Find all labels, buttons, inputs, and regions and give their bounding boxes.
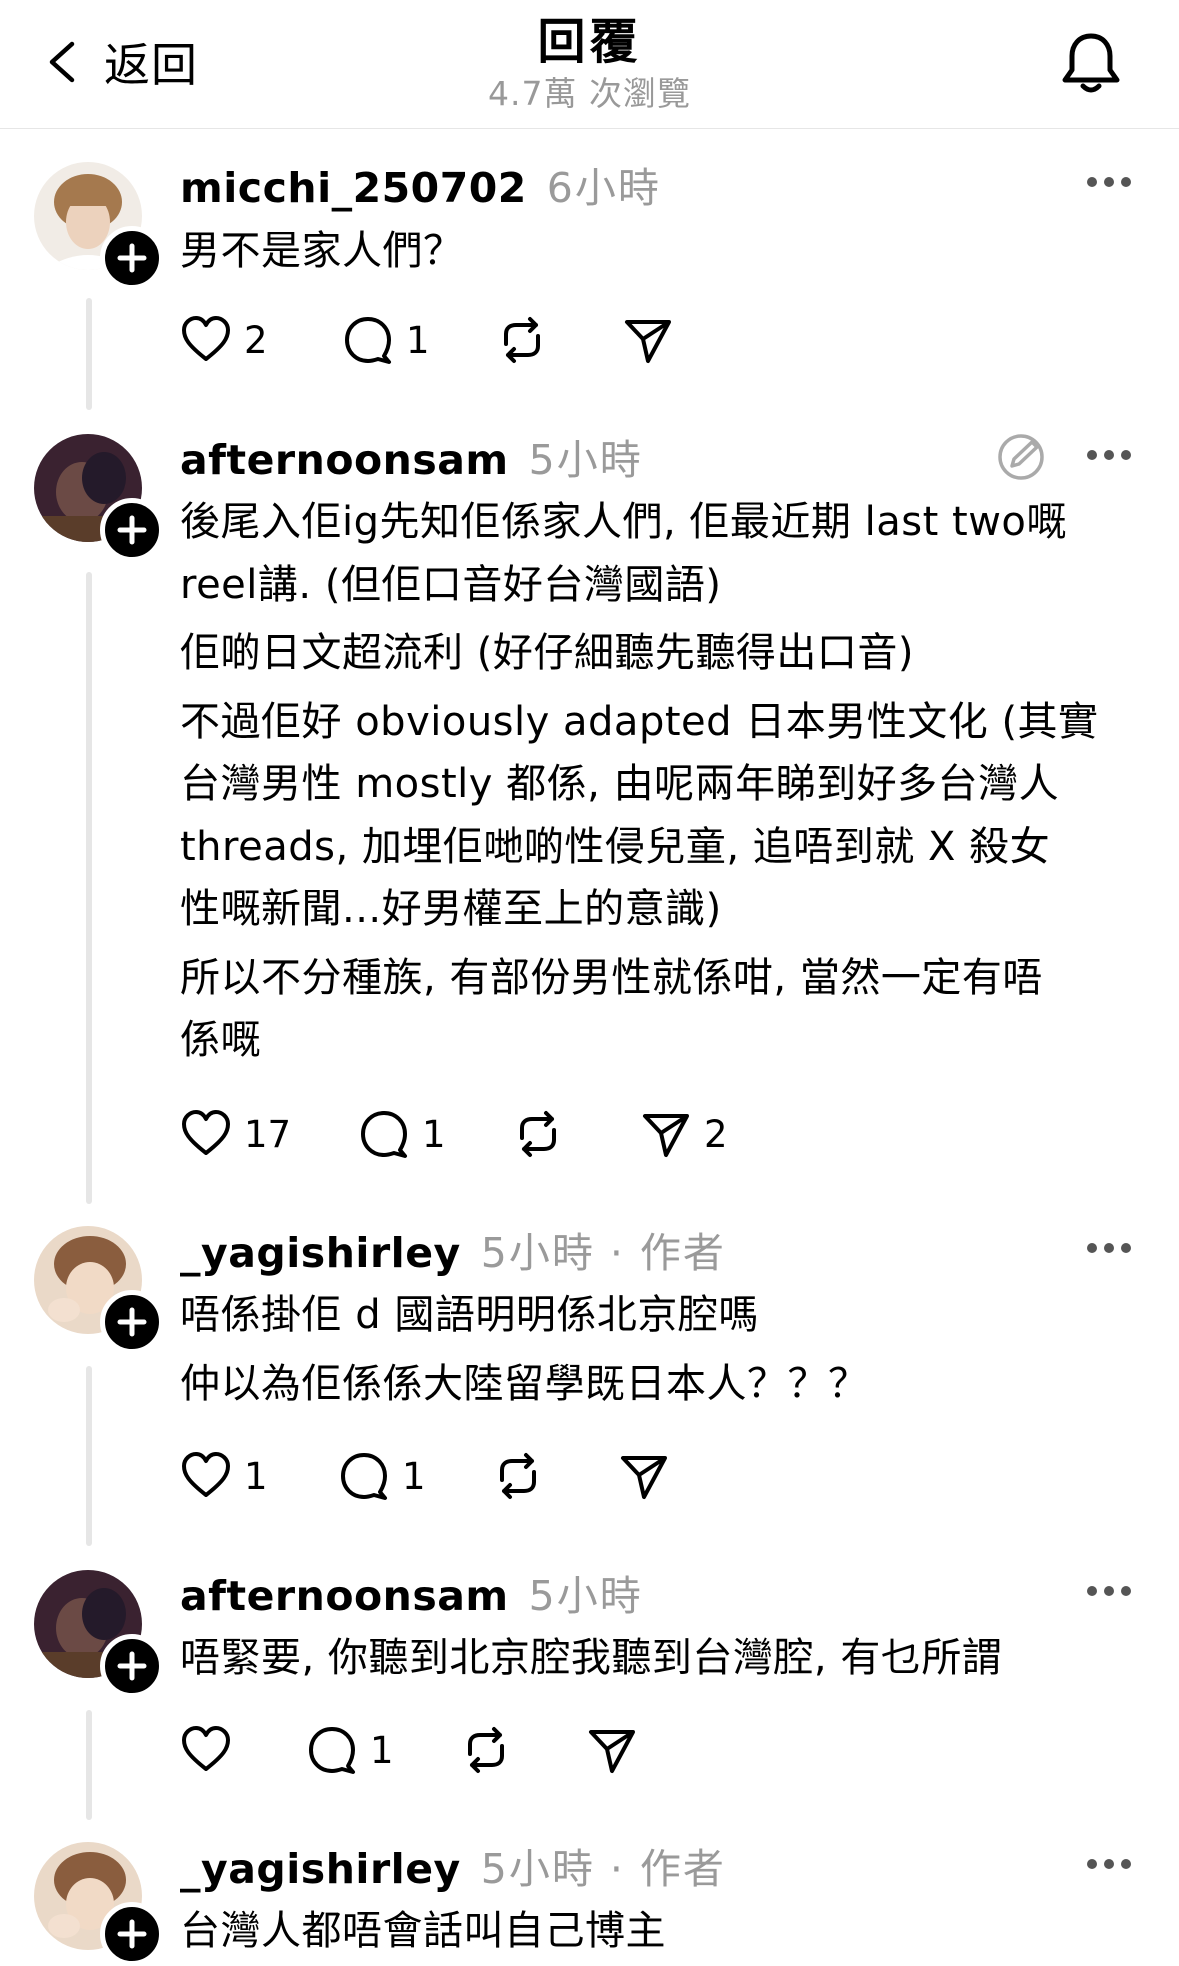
plus-icon <box>117 515 147 545</box>
send-icon <box>643 1114 689 1157</box>
comment-icon <box>345 317 391 364</box>
post-meta: _yagishirley 5小時 · 作者 <box>180 1219 726 1277</box>
text-line: 台灣人都唔會話叫自己博主 <box>180 1908 666 1954</box>
plus-icon <box>117 1651 147 1681</box>
repost-button[interactable] <box>496 312 560 368</box>
comment-icon <box>309 1727 355 1774</box>
username[interactable]: _yagishirley <box>180 1229 461 1277</box>
timestamp: 5小時 <box>528 436 643 484</box>
edit-icon[interactable] <box>996 432 1046 482</box>
thread-line <box>86 1710 92 1820</box>
title-block: 回覆 4.7萬 次瀏覽 <box>0 12 1179 116</box>
text-line: 佢啲日文超流利 (好仔細聽先聽得出口音) <box>180 630 914 676</box>
comment-icon <box>361 1111 407 1158</box>
follow-button[interactable] <box>100 1290 164 1354</box>
like-count: 2 <box>244 318 268 362</box>
heart-icon <box>182 1110 230 1155</box>
repost-button[interactable] <box>492 1448 556 1504</box>
post-text: 唔係掛佢 d 國語明明係北京腔嗎 仲以為佢係係大陸留學既日本人？？？ <box>180 1284 1140 1415</box>
send-icon <box>621 1456 667 1499</box>
repost-icon <box>468 1727 504 1773</box>
follow-button[interactable] <box>100 1902 164 1966</box>
text-line: 男不是家人們？ <box>180 228 464 274</box>
follow-button[interactable] <box>100 1634 164 1698</box>
text-line: 仲以為佢係係大陸留學既日本人？？？ <box>180 1360 869 1407</box>
timestamp: 6小時 <box>546 164 661 212</box>
repost-icon <box>504 317 540 363</box>
more-dots-icon[interactable] <box>1086 1579 1132 1603</box>
text-line: 唔係掛佢 d 國語明明係北京腔嗎 <box>180 1292 759 1338</box>
post-meta: _yagishirley 5小時 · 作者 <box>180 1835 726 1893</box>
post-text: 後尾入佢ig先知佢係家人們, 佢最近期 last two嘅 reel講. (但佢… <box>180 491 1140 1072</box>
username[interactable]: afternoonsam <box>180 436 509 484</box>
like-count: 1 <box>244 1454 268 1498</box>
thread-line <box>86 1366 92 1546</box>
thread-line <box>86 298 92 410</box>
post-meta: micchi_250702 6小時 <box>180 154 661 212</box>
repost-button[interactable] <box>512 1106 576 1162</box>
text-line: 不過佢好 obviously adapted 日本男性文化 (其實 <box>180 698 1099 745</box>
view-count: 4.7萬 次瀏覽 <box>488 74 691 113</box>
plus-icon <box>117 1307 147 1337</box>
post-meta: afternoonsam 5小時 <box>180 1562 643 1620</box>
bell-icon[interactable] <box>1057 30 1125 98</box>
text-line: 性嘅新聞...好男權至上的意識) <box>180 886 722 932</box>
text-line: 所以不分種族, 有部份男性就係咁, 當然一定有唔 <box>180 954 1043 1001</box>
comment-icon <box>341 1453 387 1500</box>
reply-count: 1 <box>422 1112 446 1156</box>
heart-icon <box>182 1452 230 1497</box>
more-dots-icon[interactable] <box>1086 1236 1132 1260</box>
reply-button[interactable]: 1 <box>338 1448 426 1504</box>
username[interactable]: afternoonsam <box>180 1572 509 1620</box>
reply-count: 1 <box>406 318 430 362</box>
follow-button[interactable] <box>100 226 164 290</box>
text-line: 係嘅 <box>180 1017 261 1063</box>
like-button[interactable]: 17 <box>180 1106 291 1162</box>
repost-icon <box>520 1111 556 1157</box>
heart-icon <box>182 1726 230 1771</box>
share-button[interactable]: 2 <box>640 1106 728 1162</box>
reply-button[interactable]: 1 <box>358 1106 446 1162</box>
text-line: threads, 加埋佢哋啲性侵兒童, 追唔到就 X 殺女 <box>180 823 1051 870</box>
post-text: 唔緊要, 你聽到北京腔我聽到台灣腔, 有乜所謂 <box>180 1627 1140 1690</box>
text-line: 唔緊要, 你聽到北京腔我聽到台灣腔, 有乜所謂 <box>180 1635 1003 1681</box>
post-text: 男不是家人們？ <box>180 220 1140 283</box>
more-dots-icon[interactable] <box>1086 170 1132 194</box>
follow-button[interactable] <box>100 498 164 562</box>
reply-count: 1 <box>370 1728 394 1772</box>
page-title: 回覆 <box>537 14 642 70</box>
like-button[interactable]: 2 <box>180 312 268 368</box>
username[interactable]: _yagishirley <box>180 1845 461 1893</box>
share-button[interactable] <box>586 1722 650 1778</box>
share-count: 2 <box>704 1112 728 1156</box>
text-line: 台灣男性 mostly 都係, 由呢兩年睇到好多台灣人 <box>180 761 1060 807</box>
plus-icon <box>117 243 147 273</box>
reply-button[interactable]: 1 <box>306 1722 394 1778</box>
more-dots-icon[interactable] <box>1086 443 1132 467</box>
like-count: 17 <box>244 1112 292 1156</box>
post-text: 台灣人都唔會話叫自己博主 <box>180 1900 1140 1963</box>
like-button[interactable] <box>180 1722 244 1778</box>
reply-button[interactable]: 1 <box>342 312 430 368</box>
repost-icon <box>500 1453 536 1499</box>
top-bar: 返回 回覆 4.7萬 次瀏覽 <box>0 0 1179 129</box>
text-line: 後尾入佢ig先知佢係家人們, 佢最近期 last two嘅 <box>180 499 1067 545</box>
timestamp: 5小時 <box>528 1572 643 1620</box>
more-dots-icon[interactable] <box>1086 1852 1132 1876</box>
post-meta: afternoonsam 5小時 <box>180 426 643 484</box>
like-button[interactable]: 1 <box>180 1448 268 1504</box>
share-button[interactable] <box>618 1448 682 1504</box>
share-button[interactable] <box>622 312 686 368</box>
reply-count: 1 <box>402 1454 426 1498</box>
timestamp: 5小時 · 作者 <box>480 1845 726 1893</box>
heart-icon <box>182 316 230 361</box>
username[interactable]: micchi_250702 <box>180 164 527 212</box>
send-icon <box>589 1730 635 1773</box>
repost-button[interactable] <box>460 1722 524 1778</box>
plus-icon <box>117 1919 147 1949</box>
send-icon <box>625 320 671 363</box>
timestamp: 5小時 · 作者 <box>480 1229 726 1277</box>
thread-line <box>86 572 92 1204</box>
text-line: reel講. (但佢口音好台灣國語) <box>180 561 722 608</box>
